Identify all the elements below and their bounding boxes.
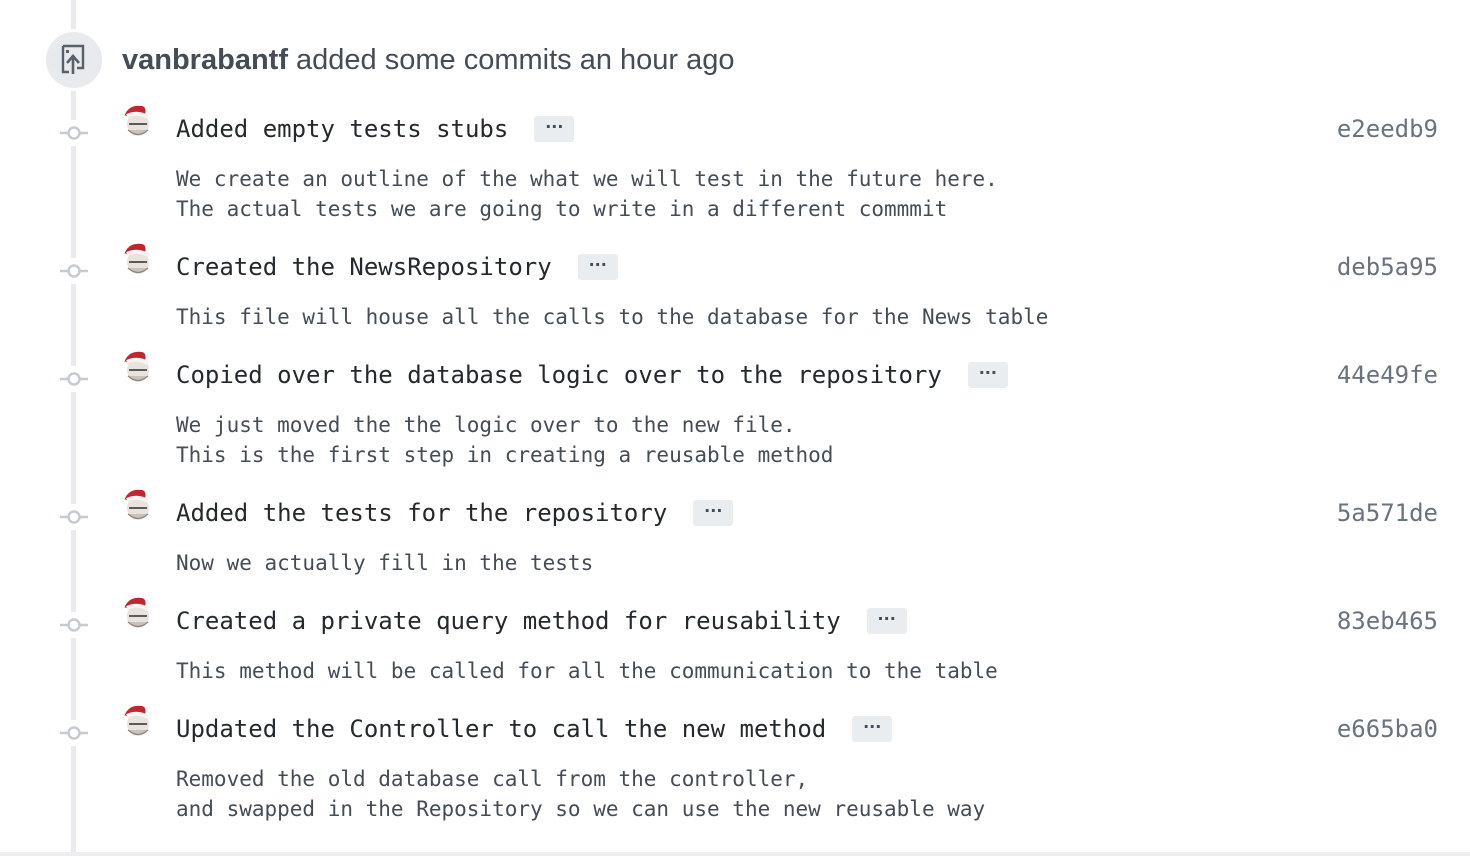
expand-details-button[interactable]: ···	[577, 254, 618, 280]
commit-message: Created a private query method for reusa…	[176, 605, 907, 637]
commit-description: This method will be called for all the c…	[176, 659, 998, 683]
expand-details-button[interactable]: ···	[967, 362, 1008, 388]
repo-push-icon	[46, 32, 102, 88]
commit-sha-link[interactable]: 5a571de	[1337, 497, 1438, 529]
avatar[interactable]	[120, 487, 154, 525]
commit-description: This file will house all the calls to th…	[176, 305, 1049, 329]
commit-message: Updated the Controller to call the new m…	[176, 713, 893, 745]
avatar[interactable]	[120, 241, 154, 279]
commit-node-icon	[58, 720, 90, 746]
event-time[interactable]: an hour ago	[580, 44, 735, 76]
expand-details-button[interactable]: ···	[852, 716, 893, 742]
commit-message: Added the tests for the repository ···	[176, 497, 734, 529]
commit-node-icon	[58, 366, 90, 392]
commit-sha-link[interactable]: deb5a95	[1337, 251, 1438, 283]
commit-message: Created the NewsRepository ···	[176, 251, 618, 283]
commit-title-link[interactable]: Created a private query method for reusa…	[176, 605, 841, 637]
commit-sha-link[interactable]: e2eedb9	[1337, 113, 1438, 145]
commit-node-icon	[58, 612, 90, 638]
expand-details-button[interactable]: ···	[534, 116, 575, 142]
bottom-divider	[0, 852, 1470, 856]
commit-description: We create an outline of the what we will…	[176, 167, 998, 221]
commit-sha-link[interactable]: e665ba0	[1337, 713, 1438, 745]
commit-node-icon	[58, 504, 90, 530]
commit-message: Added empty tests stubs ···	[176, 113, 575, 145]
commit-node-icon	[58, 258, 90, 284]
event-action: added some commits	[296, 44, 572, 76]
commit-title-link[interactable]: Updated the Controller to call the new m…	[176, 713, 826, 745]
author-link[interactable]: vanbrabantf	[122, 44, 288, 76]
expand-details-button[interactable]: ···	[693, 500, 734, 526]
commit-description: Removed the old database call from the c…	[176, 767, 986, 821]
avatar[interactable]	[120, 103, 154, 141]
commit-node-icon	[58, 120, 90, 146]
commit-sha-link[interactable]: 83eb465	[1337, 605, 1438, 637]
commit-description: Now we actually fill in the tests	[176, 551, 594, 575]
commit-description: We just moved the the logic over to the …	[176, 413, 834, 467]
event-header: vanbrabantf added some commits an hour a…	[122, 41, 735, 79]
avatar[interactable]	[120, 595, 154, 633]
commit-title-link[interactable]: Added empty tests stubs	[176, 113, 508, 145]
commit-title-link[interactable]: Created the NewsRepository	[176, 251, 552, 283]
commit-sha-link[interactable]: 44e49fe	[1337, 359, 1438, 391]
commit-message: Copied over the database logic over to t…	[176, 359, 1008, 391]
commit-title-link[interactable]: Copied over the database logic over to t…	[176, 359, 942, 391]
commit-title-link[interactable]: Added the tests for the repository	[176, 497, 667, 529]
expand-details-button[interactable]: ···	[866, 608, 907, 634]
avatar[interactable]	[120, 349, 154, 387]
avatar[interactable]	[120, 703, 154, 741]
